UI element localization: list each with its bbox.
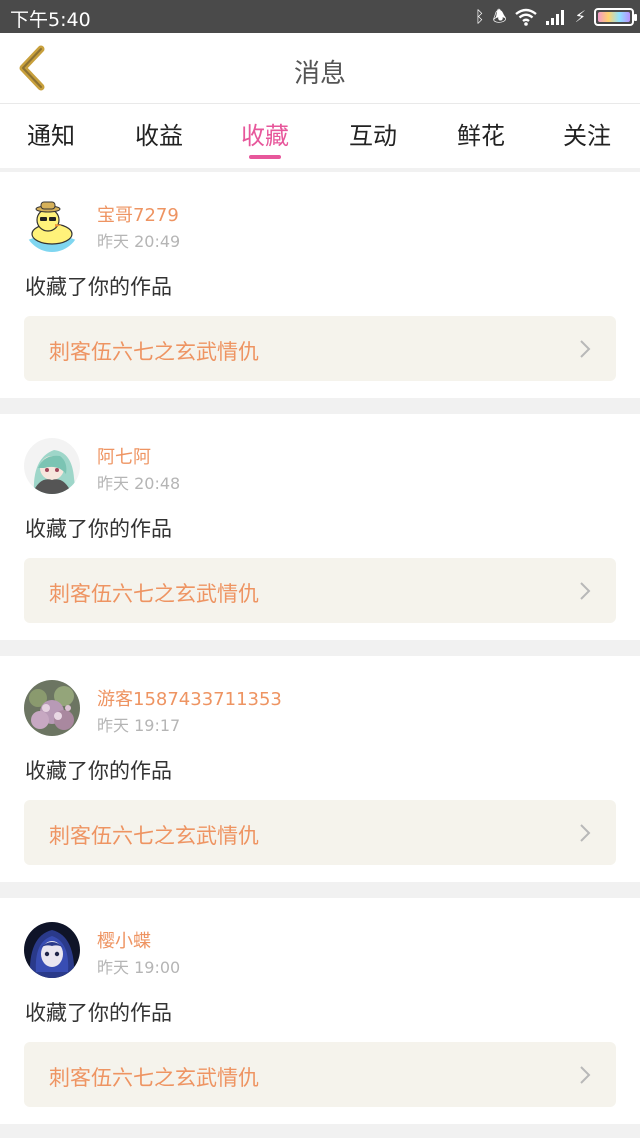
tab-notifications[interactable]: 通知 [6, 116, 96, 151]
work-title: 刺客伍六七之玄武情仇 [49, 824, 259, 848]
work-link[interactable]: 刺客伍六七之玄武情仇 [24, 316, 616, 381]
chevron-right-icon [580, 340, 591, 358]
list-item: 宝哥7279 昨天 20:49 收藏了你的作品 刺客伍六七之玄武情仇 [0, 172, 640, 398]
list-item: 樱小蝶 昨天 19:00 收藏了你的作品 刺客伍六七之玄武情仇 [0, 898, 640, 1124]
active-tab-indicator [249, 155, 281, 159]
timestamp: 昨天 19:00 [97, 958, 181, 977]
action-text: 收藏了你的作品 [25, 1001, 172, 1025]
tab-flowers[interactable]: 鲜花 [436, 116, 526, 151]
tab-bar: 通知 收益 收藏 互动 鲜花 关注 [0, 104, 640, 168]
wifi-icon [515, 8, 537, 26]
chevron-right-icon [580, 1066, 591, 1084]
avatar[interactable] [24, 922, 80, 978]
work-title: 刺客伍六七之玄武情仇 [49, 340, 259, 364]
tab-interactions[interactable]: 互动 [328, 116, 418, 151]
work-link[interactable]: 刺客伍六七之玄武情仇 [24, 800, 616, 865]
avatar[interactable] [24, 196, 80, 252]
bluetooth-icon: ᛒ [474, 7, 485, 26]
battery-icon [594, 8, 637, 26]
tab-favorites[interactable]: 收藏 [220, 116, 310, 151]
action-text: 收藏了你的作品 [25, 759, 172, 783]
work-link[interactable]: 刺客伍六七之玄武情仇 [24, 558, 616, 623]
avatar[interactable] [24, 680, 80, 736]
timestamp: 昨天 20:49 [97, 232, 181, 251]
nav-bar: 消息 [0, 33, 640, 104]
timestamp: 昨天 20:48 [97, 474, 181, 493]
page-title: 消息 [293, 59, 346, 89]
username[interactable]: 樱小蝶 [97, 927, 151, 953]
action-text: 收藏了你的作品 [25, 275, 172, 299]
charging-icon: ⚡ [574, 7, 586, 26]
tab-earnings[interactable]: 收益 [114, 116, 204, 151]
list-item: 阿七阿 昨天 20:48 收藏了你的作品 刺客伍六七之玄武情仇 [0, 414, 640, 640]
mute-icon: 🕭 [492, 7, 507, 26]
username[interactable]: 游客1587433711353 [97, 685, 282, 711]
action-text: 收藏了你的作品 [25, 517, 172, 541]
avatar[interactable] [24, 438, 80, 494]
chevron-right-icon [580, 824, 591, 842]
tab-follows[interactable]: 关注 [542, 116, 632, 151]
username[interactable]: 阿七阿 [97, 443, 151, 469]
work-link[interactable]: 刺客伍六七之玄武情仇 [24, 1042, 616, 1107]
timestamp: 昨天 19:17 [97, 716, 181, 735]
chevron-right-icon [580, 582, 591, 600]
username[interactable]: 宝哥7279 [97, 201, 179, 227]
work-title: 刺客伍六七之玄武情仇 [49, 1066, 259, 1090]
list-item: 游客1587433711353 昨天 19:17 收藏了你的作品 刺客伍六七之玄… [0, 656, 640, 882]
status-time: 下午5:40 [10, 9, 91, 31]
status-bar: 下午5:40 ᛒ 🕭 ⚡ [0, 0, 640, 33]
work-title: 刺客伍六七之玄武情仇 [49, 582, 259, 606]
signal-icon [545, 10, 564, 25]
status-icons: ᛒ 🕭 ⚡ [474, 6, 637, 28]
